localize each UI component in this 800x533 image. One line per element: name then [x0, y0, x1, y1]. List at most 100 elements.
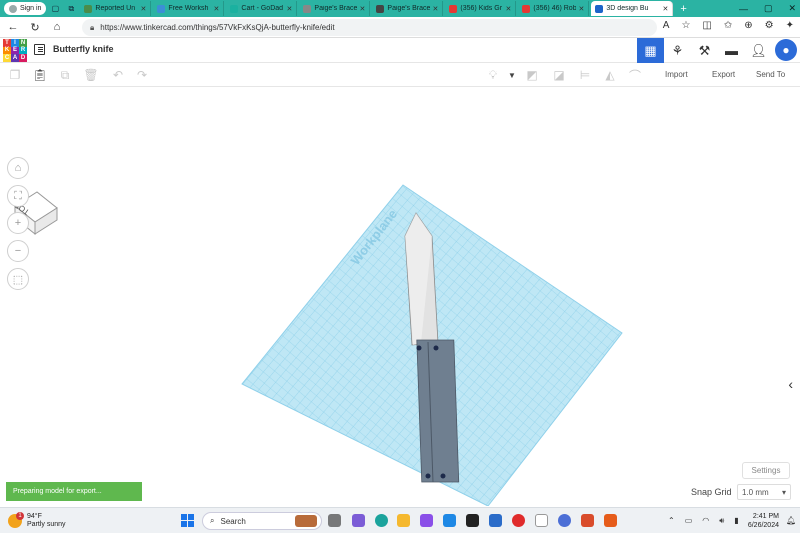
- wifi-icon[interactable]: ◠: [702, 516, 709, 526]
- browser-tab[interactable]: (356) Kids Gr ✕: [445, 1, 517, 16]
- back-icon[interactable]: ←: [6, 21, 20, 33]
- notification-bell-icon[interactable]: 🔔︎: [786, 516, 796, 525]
- close-tab-icon[interactable]: ✕: [506, 5, 512, 13]
- chevron-down-icon[interactable]: ▼: [505, 68, 519, 82]
- collections-icon[interactable]: ⊕: [744, 20, 752, 31]
- display-icon[interactable]: ▭: [685, 516, 693, 526]
- close-tab-icon[interactable]: ✕: [663, 5, 669, 13]
- copilot-app-icon[interactable]: [420, 514, 433, 527]
- tools-pickaxe-icon[interactable]: ⚒: [691, 38, 718, 63]
- mail-icon[interactable]: [443, 514, 456, 527]
- copilot-icon[interactable]: ✦: [786, 20, 794, 31]
- tab-actions-icon[interactable]: ⧉: [64, 3, 78, 15]
- app-icon-red[interactable]: [581, 514, 594, 527]
- paste-icon[interactable]: 📋︎: [32, 68, 47, 82]
- align-icon[interactable]: ⊨: [578, 68, 592, 82]
- pinterest-icon[interactable]: [512, 514, 525, 527]
- snap-grid-select[interactable]: 1.0 mm ▾: [737, 484, 791, 500]
- delete-icon[interactable]: 🗑︎: [83, 68, 98, 82]
- url-field[interactable]: 🔒︎ https://www.tinkercad.com/things/57Vk…: [82, 19, 657, 36]
- zoom-in-icon[interactable]: +: [7, 212, 29, 234]
- refresh-icon[interactable]: ↻: [28, 21, 42, 34]
- tab-favicon-icon: [230, 4, 239, 13]
- amazon-icon[interactable]: [466, 514, 479, 527]
- browser-tab[interactable]: (356) 46) Rob ✕: [518, 1, 590, 16]
- app-icon-orange[interactable]: [604, 514, 617, 527]
- weather-badge: 1: [16, 512, 24, 520]
- workspaces-icon[interactable]: ▢: [48, 3, 62, 15]
- extensions-icon[interactable]: ⚙: [765, 20, 774, 31]
- add-user-icon[interactable]: 👤︎: [745, 38, 772, 63]
- taskbar-search[interactable]: ⌕ Search: [202, 512, 322, 530]
- favorites-icon[interactable]: ✩: [724, 20, 732, 31]
- clock[interactable]: 2:41 PM 6/26/2024: [745, 512, 779, 530]
- wikipedia-icon[interactable]: [535, 514, 548, 527]
- start-button[interactable]: [181, 514, 194, 527]
- design-menu-icon[interactable]: [34, 44, 45, 55]
- volume-icon[interactable]: 🔊︎: [719, 516, 724, 526]
- task-view-icon[interactable]: [328, 514, 341, 527]
- browser-tab[interactable]: Cart - GoDad ✕: [226, 1, 298, 16]
- maximize-icon[interactable]: ▢: [764, 3, 773, 14]
- cruise-icon[interactable]: ⌒: [628, 68, 642, 83]
- duplicate-icon[interactable]: ⧉: [58, 68, 72, 82]
- design-title[interactable]: Butterfly knife: [53, 44, 114, 54]
- tab-title: Reported Un: [95, 5, 136, 12]
- tab-favicon-icon: [376, 4, 385, 13]
- panel-collapse-icon[interactable]: ‹: [788, 376, 793, 392]
- settings-button[interactable]: Settings: [742, 462, 790, 479]
- close-window-icon[interactable]: ✕: [788, 3, 796, 14]
- blocks-icon[interactable]: ⚘: [664, 38, 691, 63]
- browser-tab-active[interactable]: 3D design Bu ✕: [591, 1, 674, 16]
- 3d-viewport[interactable]: Workplane TOP ⌂ ⛶ + − ⬚ ‹: [0, 88, 800, 506]
- teams-icon[interactable]: [352, 514, 365, 527]
- new-tab-button[interactable]: +: [675, 3, 691, 15]
- undo-icon[interactable]: ↶: [111, 68, 125, 82]
- tab-favicon-icon: [303, 4, 312, 13]
- send-to-button[interactable]: Send To: [756, 70, 785, 79]
- ungroup-icon[interactable]: ◪: [552, 68, 566, 82]
- favorite-star-icon[interactable]: ☆: [681, 20, 690, 31]
- mirror-icon[interactable]: ◭: [603, 68, 617, 82]
- split-screen-icon[interactable]: ◫: [702, 20, 711, 31]
- export-button[interactable]: Export: [712, 70, 735, 79]
- browser-tab[interactable]: Paige's Brace ✕: [299, 1, 371, 16]
- chevron-up-icon[interactable]: ⌃: [668, 516, 675, 526]
- url-text: https://www.tinkercad.com/things/57VkFxK…: [100, 23, 335, 32]
- close-tab-icon[interactable]: ✕: [579, 5, 585, 13]
- group-icon[interactable]: ◩: [525, 68, 539, 82]
- fit-view-icon[interactable]: ⛶: [7, 185, 29, 207]
- user-avatar[interactable]: ●: [775, 39, 797, 61]
- close-tab-icon[interactable]: ✕: [141, 5, 147, 13]
- zoom-out-icon[interactable]: −: [7, 240, 29, 262]
- close-tab-icon[interactable]: ✕: [214, 5, 220, 13]
- bricks-icon[interactable]: ▬: [718, 38, 745, 63]
- perspective-icon[interactable]: ⬚: [7, 268, 29, 290]
- tinkercad-logo[interactable]: TIN KER CAD: [3, 39, 27, 62]
- search-placeholder: Search: [220, 516, 246, 526]
- browser-tab[interactable]: Free Worksh ✕: [153, 1, 225, 16]
- minimize-icon[interactable]: —: [739, 4, 748, 14]
- file-explorer-icon[interactable]: [397, 514, 410, 527]
- office-icon[interactable]: [489, 514, 502, 527]
- home-view-icon[interactable]: ⌂: [7, 157, 29, 179]
- browser-tab[interactable]: Reported Un ✕: [80, 1, 152, 16]
- close-tab-icon[interactable]: ✕: [433, 5, 439, 13]
- edge-icon[interactable]: [375, 514, 388, 527]
- chrome-icon[interactable]: [558, 514, 571, 527]
- light-bulb-icon[interactable]: 💡︎: [486, 68, 500, 82]
- signin-button[interactable]: Sign in: [4, 2, 47, 15]
- weather-widget[interactable]: 1 94°F Partly sunny: [8, 511, 66, 529]
- battery-icon[interactable]: ▮: [734, 516, 738, 526]
- import-button[interactable]: Import: [665, 70, 688, 79]
- weather-desc: Partly sunny: [27, 521, 66, 528]
- read-aloud-icon[interactable]: A: [663, 20, 670, 31]
- home-icon[interactable]: ⌂: [50, 21, 64, 33]
- browser-tab[interactable]: Paige's Brace ✕: [372, 1, 444, 16]
- copy-icon[interactable]: ❐: [8, 68, 22, 82]
- redo-icon[interactable]: ↷: [135, 68, 149, 82]
- close-tab-icon[interactable]: ✕: [287, 5, 293, 13]
- close-tab-icon[interactable]: ✕: [360, 5, 366, 13]
- search-icon: ⌕: [210, 516, 215, 525]
- 3d-view-grid-icon[interactable]: ▦: [637, 38, 664, 63]
